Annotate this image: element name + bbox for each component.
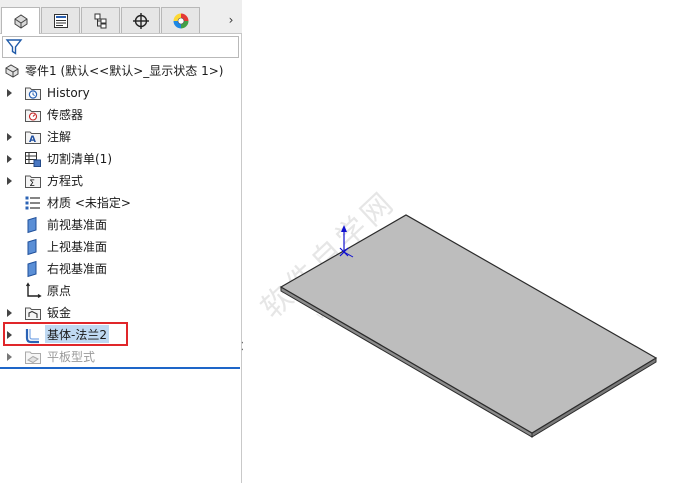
tree-item-origin[interactable]: 原点 [0,280,240,302]
flat-pattern-icon [25,351,41,364]
tab-dimxpertmanager[interactable] [121,7,160,33]
tree-item-annotations[interactable]: A 注解 [0,126,240,148]
expand-arrow-icon[interactable] [6,88,14,98]
expand-arrow-icon[interactable] [6,352,14,362]
propertymanager-icon [53,13,68,28]
part-icon [5,64,19,78]
more-tabs-chevron-icon[interactable]: › [222,9,240,31]
tree-item-label: 方程式 [47,174,84,188]
tab-configurationmanager[interactable] [81,7,120,33]
equations-icon: Σ [25,175,41,189]
tree-item-label: 原点 [47,284,72,298]
tree-item-label: 基体-法兰2 [47,328,107,342]
tree-item-flat-pattern[interactable]: 平板型式 [0,346,240,368]
tree-item-material[interactable]: 材质 <未指定> [0,192,240,214]
material-icon [25,196,40,210]
plane-icon [27,238,37,256]
tree-item-label: History [47,86,90,100]
svg-text:A: A [29,135,36,145]
sensor-icon [25,109,41,122]
tree-item-label: 前视基准面 [47,218,108,232]
tree-item-label: 右视基准面 [47,262,108,276]
tab-featuremanager[interactable] [1,7,40,34]
tree-item-front-plane[interactable]: 前视基准面 [0,214,240,236]
plane-icon [27,216,37,234]
model-view[interactable]: 软件自学网 WWW.RJZXW.COM [243,0,688,483]
tree-item-label: 平板型式 [47,350,96,364]
expand-arrow-icon[interactable] [6,154,14,164]
tree-item-label: 传感器 [47,108,84,122]
expand-arrow-icon[interactable] [6,132,14,142]
plane-icon [27,260,37,278]
tree-item-sheet-metal[interactable]: 钣金 [0,302,240,324]
tree-item-label: 上视基准面 [47,240,108,254]
expand-arrow-icon[interactable] [6,176,14,186]
tab-displaymanager[interactable] [161,7,200,33]
expand-arrow-icon[interactable] [6,308,14,318]
tree-item-cut-list[interactable]: 切割清单(1) [0,148,240,170]
filter-icon [5,39,23,55]
sheet-metal-icon [25,307,41,320]
tree-item-sensors[interactable]: 传感器 [0,104,240,126]
annotations-icon: A [25,131,41,145]
tree-filter-input[interactable] [2,36,239,58]
tree-item-history[interactable]: History [0,82,240,104]
featuremanager-panel: › 零件1 (默认<<默认>_显示状态 1>) History 传感器 A 注解… [0,0,247,483]
tree-item-equations[interactable]: Σ 方程式 [0,170,240,192]
tree-item-label: 钣金 [47,306,72,320]
tree-root-label: 零件1 (默认<<默认>_显示状态 1>) [25,64,224,78]
svg-text:Σ: Σ [29,179,35,189]
manager-tab-bar: › [0,0,242,34]
tree-item-top-plane[interactable]: 上视基准面 [0,236,240,258]
cut-list-icon [25,152,41,167]
tab-propertymanager[interactable] [41,7,80,33]
tree-item-label: 注解 [47,130,72,144]
history-folder-icon [25,87,41,100]
crosshair-icon [132,12,149,29]
tree-item-label: 材质 <未指定> [47,196,131,210]
configurationmanager-icon [94,13,106,28]
tree-root-part[interactable]: 零件1 (默认<<默认>_显示状态 1>) [0,60,240,82]
rollback-bar[interactable] [0,367,240,369]
featuremanager-tree-icon [14,14,27,29]
graphics-area[interactable]: 软件自学网 WWW.RJZXW.COM [243,0,688,483]
tree-item-right-plane[interactable]: 右视基准面 [0,258,240,280]
origin-icon [25,282,42,299]
tree-item-label: 切割清单(1) [47,152,112,166]
display-manager-icon [173,13,188,28]
